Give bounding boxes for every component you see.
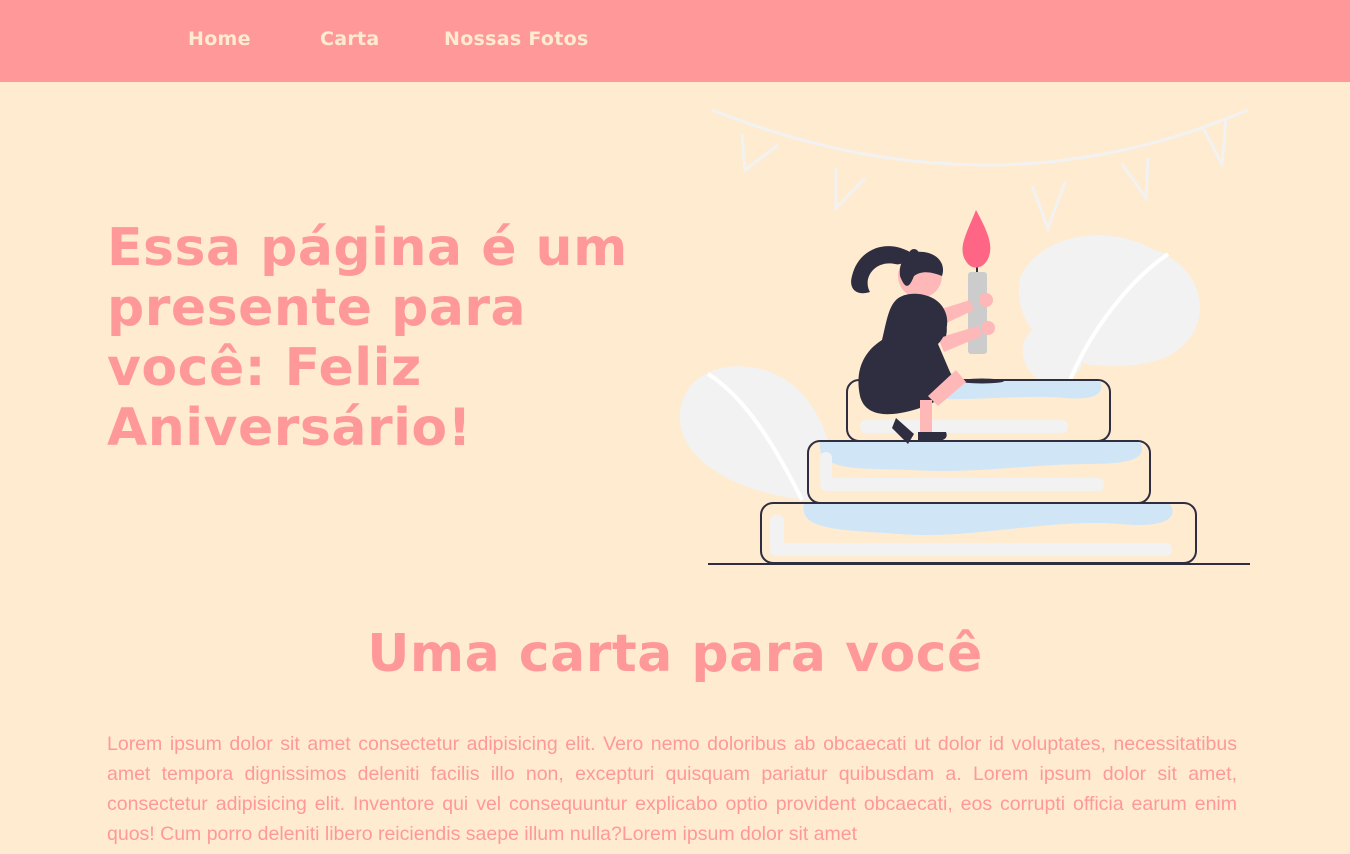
- bunting-decoration: [711, 108, 1249, 233]
- right-leaf-plant: [1018, 235, 1200, 390]
- hero-title: Essa página é um presente para você: Fel…: [107, 218, 628, 458]
- nav-link-home[interactable]: Home: [188, 28, 251, 50]
- nav-link-carta[interactable]: Carta: [320, 28, 380, 50]
- cake-bottom-tier: [760, 502, 1197, 564]
- nav-link-nossas-fotos[interactable]: Nossas Fotos: [444, 28, 589, 50]
- navbar: Home Carta Nossas Fotos: [0, 0, 1350, 82]
- birthday-cake-illustration: [670, 100, 1260, 575]
- letter-body-text: Lorem ipsum dolor sit amet consectetur a…: [107, 733, 1237, 845]
- cake-middle-tier: [807, 440, 1151, 504]
- letter-section-title: Uma carta para você: [367, 624, 983, 684]
